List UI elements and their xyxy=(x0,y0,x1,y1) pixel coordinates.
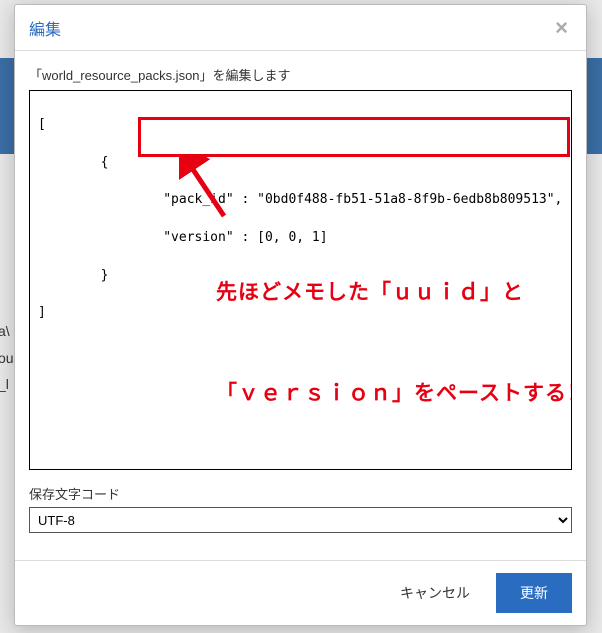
code-line: { xyxy=(38,154,563,173)
annotation-text: 先ほどメモした「ｕｕｉｄ」と 「ｖｅｒｓｉｏｎ」をペーストする！ xyxy=(216,209,572,470)
code-line: ] xyxy=(38,304,563,323)
edit-modal: 編集 × 「world_resource_packs.json」を編集します [… xyxy=(14,4,587,626)
update-button[interactable]: 更新 xyxy=(496,573,572,613)
encoding-label: 保存文字コード xyxy=(29,484,572,503)
code-line: } xyxy=(38,267,563,286)
modal-body: 「world_resource_packs.json」を編集します [ { "p… xyxy=(15,51,586,560)
encoding-select[interactable]: UTF-8 xyxy=(29,507,572,533)
modal-title: 編集 xyxy=(29,16,61,40)
code-line: "pack_id" : "0bd0f488-fb51-51a8-8f9b-6ed… xyxy=(38,191,563,210)
cancel-button[interactable]: キャンセル xyxy=(382,575,488,611)
modal-footer: キャンセル 更新 xyxy=(15,560,586,625)
code-line: "version" : [0, 0, 1] xyxy=(38,229,563,248)
code-textarea[interactable]: [ { "pack_id" : "0bd0f488-fb51-51a8-8f9b… xyxy=(29,90,572,470)
bg-text: a\ ou _l xyxy=(0,318,14,398)
edit-file-label: 「world_resource_packs.json」を編集します xyxy=(29,65,572,84)
modal-header: 編集 × xyxy=(15,5,586,51)
code-line: [ xyxy=(38,116,563,135)
close-icon[interactable]: × xyxy=(551,17,572,39)
